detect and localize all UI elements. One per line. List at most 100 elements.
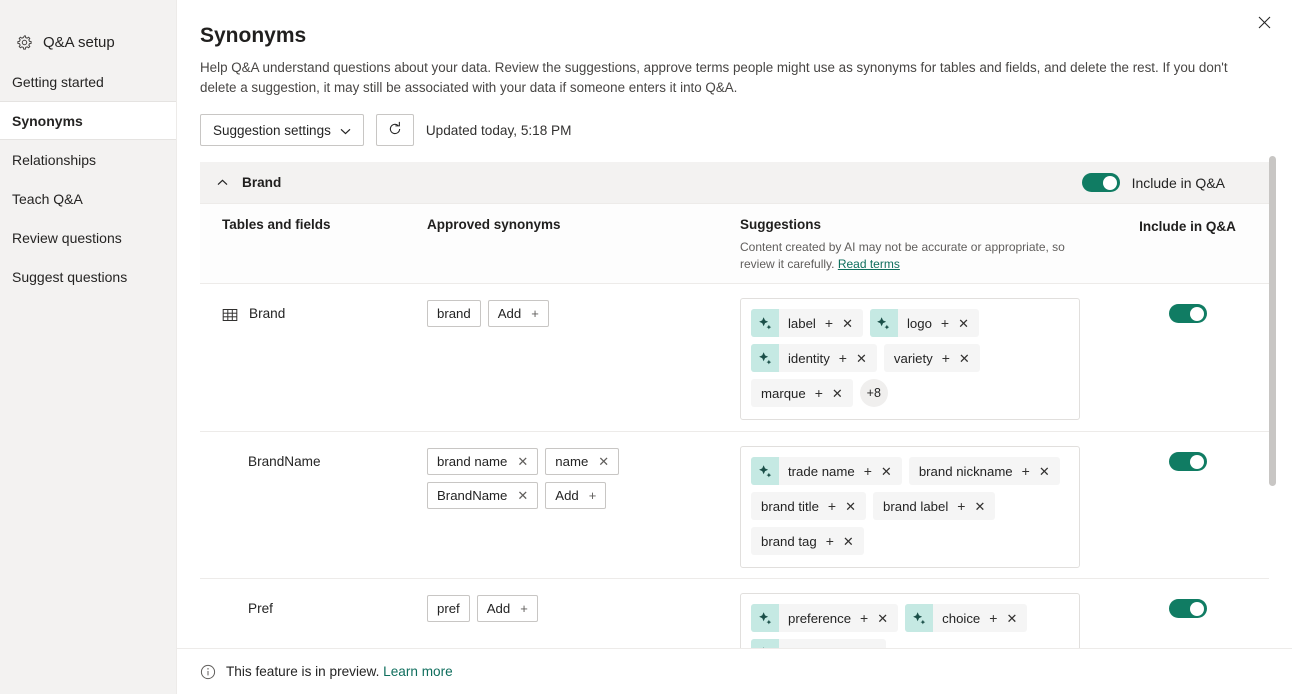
- add-synonym-button[interactable]: Add +: [477, 595, 538, 622]
- suggestion-label: brand title: [761, 499, 819, 514]
- sidebar-item-synonyms[interactable]: Synonyms: [0, 101, 176, 140]
- approve-plus-icon[interactable]: +: [860, 611, 868, 625]
- approve-plus-icon[interactable]: +: [826, 534, 834, 548]
- ai-sparkle-icon: [905, 604, 933, 632]
- approved-chip[interactable]: pref: [427, 595, 470, 622]
- add-synonym-button[interactable]: Add +: [545, 482, 606, 509]
- approved-chip[interactable]: BrandName ✕: [427, 482, 538, 509]
- suggestion-label: brand tag: [761, 534, 817, 549]
- group-title: Brand: [242, 175, 281, 190]
- sidebar-item-label: Getting started: [12, 74, 104, 90]
- sidebar-item-teach-qna[interactable]: Teach Q&A: [0, 179, 176, 218]
- reject-x-icon[interactable]: ✕: [958, 317, 969, 330]
- column-header-include-in-qna: Include in Q&A: [1139, 219, 1236, 234]
- column-header-approved-synonyms: Approved synonyms: [427, 217, 561, 232]
- sidebar-title: Q&A setup: [0, 0, 176, 62]
- row-name: BrandName: [248, 454, 321, 470]
- reject-x-icon[interactable]: ✕: [974, 500, 985, 513]
- learn-more-link[interactable]: Learn more: [383, 664, 453, 679]
- approve-plus-icon[interactable]: +: [942, 351, 950, 365]
- suggestion-chip[interactable]: identity + ✕: [751, 344, 877, 372]
- updated-timestamp: Updated today, 5:18 PM: [426, 123, 572, 138]
- sidebar-item-suggest-questions[interactable]: Suggest questions: [0, 257, 176, 296]
- approve-plus-icon[interactable]: +: [1022, 464, 1030, 478]
- table-icon: [222, 307, 238, 323]
- ai-sparkle-icon: [751, 604, 779, 632]
- info-icon: [200, 664, 216, 680]
- remove-x-icon[interactable]: ✕: [517, 455, 528, 468]
- suggestion-chip[interactable]: choice + ✕: [905, 604, 1027, 632]
- reject-x-icon[interactable]: ✕: [877, 612, 888, 625]
- suggestion-chip[interactable]: brand tag + ✕: [751, 527, 864, 555]
- page-description: Help Q&A understand questions about your…: [177, 50, 1262, 98]
- approved-chip[interactable]: brand name ✕: [427, 448, 538, 475]
- reject-x-icon[interactable]: ✕: [959, 352, 970, 365]
- add-label: Add: [555, 488, 578, 503]
- suggestion-label: brand nickname: [919, 464, 1013, 479]
- preview-notice: This feature is in preview.: [226, 664, 379, 679]
- ai-sparkle-icon: [751, 457, 779, 485]
- ai-sparkle-icon: [751, 309, 779, 337]
- add-label: Add: [487, 601, 510, 616]
- approve-plus-icon[interactable]: +: [957, 499, 965, 513]
- sidebar-item-relationships[interactable]: Relationships: [0, 140, 176, 179]
- approved-chip[interactable]: name ✕: [545, 448, 619, 475]
- add-synonym-button[interactable]: Add +: [488, 300, 549, 327]
- suggestion-chip[interactable]: variety + ✕: [884, 344, 980, 372]
- close-button[interactable]: [1248, 8, 1280, 40]
- suggestion-chip[interactable]: trade name + ✕: [751, 457, 902, 485]
- table-row: BrandName brand name ✕ name ✕ BrandN: [200, 432, 1269, 579]
- sidebar-title-label: Q&A setup: [43, 34, 115, 51]
- refresh-button[interactable]: [376, 114, 414, 146]
- approve-plus-icon[interactable]: +: [839, 351, 847, 365]
- group-include-toggle[interactable]: [1082, 173, 1120, 192]
- suggestion-label: trade name: [788, 464, 855, 479]
- close-icon: [1258, 16, 1271, 32]
- suggestion-label: choice: [942, 611, 980, 626]
- table-row: Brand brand Add +: [200, 284, 1269, 432]
- suggestion-chip[interactable]: marque + ✕: [751, 379, 853, 407]
- reject-x-icon[interactable]: ✕: [881, 465, 892, 478]
- suggestion-chip[interactable]: logo + ✕: [870, 309, 979, 337]
- chevron-up-icon[interactable]: [214, 175, 230, 191]
- ai-sparkle-icon: [870, 309, 898, 337]
- vertical-scrollbar[interactable]: [1269, 156, 1276, 644]
- approved-synonyms-list: pref Add +: [427, 595, 677, 622]
- read-terms-link[interactable]: Read terms: [838, 257, 900, 271]
- suggestion-chip[interactable]: brand nickname + ✕: [909, 457, 1060, 485]
- remove-x-icon[interactable]: ✕: [598, 455, 609, 468]
- reject-x-icon[interactable]: ✕: [1039, 465, 1050, 478]
- reject-x-icon[interactable]: ✕: [842, 317, 853, 330]
- approve-plus-icon[interactable]: +: [825, 316, 833, 330]
- reject-x-icon[interactable]: ✕: [1006, 612, 1017, 625]
- suggestion-label: label: [788, 316, 816, 331]
- sidebar-item-getting-started[interactable]: Getting started: [0, 62, 176, 101]
- sidebar-item-review-questions[interactable]: Review questions: [0, 218, 176, 257]
- approved-chip[interactable]: brand: [427, 300, 481, 327]
- more-suggestions-badge[interactable]: +8: [860, 379, 888, 407]
- scrollbar-thumb[interactable]: [1269, 156, 1276, 486]
- row-include-toggle[interactable]: [1169, 452, 1207, 471]
- remove-x-icon[interactable]: ✕: [517, 489, 528, 502]
- reject-x-icon[interactable]: ✕: [832, 387, 843, 400]
- approve-plus-icon[interactable]: +: [828, 499, 836, 513]
- suggestions-disclaimer-text: Content created by AI may not be accurat…: [740, 240, 1065, 271]
- approve-plus-icon[interactable]: +: [941, 316, 949, 330]
- sidebar-item-label: Suggest questions: [12, 269, 127, 285]
- suggestion-chip[interactable]: preference + ✕: [751, 604, 898, 632]
- suggestion-chip[interactable]: brand title + ✕: [751, 492, 866, 520]
- row-include-toggle[interactable]: [1169, 599, 1207, 618]
- reject-x-icon[interactable]: ✕: [845, 500, 856, 513]
- group-header-brand: Brand Include in Q&A: [200, 162, 1269, 204]
- suggestion-chip[interactable]: label + ✕: [751, 309, 863, 337]
- approve-plus-icon[interactable]: +: [815, 386, 823, 400]
- reject-x-icon[interactable]: ✕: [843, 535, 854, 548]
- approved-chip-label: brand name: [437, 454, 507, 469]
- approved-chip-label: BrandName: [437, 488, 507, 503]
- row-include-toggle[interactable]: [1169, 304, 1207, 323]
- suggestion-chip[interactable]: brand label + ✕: [873, 492, 995, 520]
- approve-plus-icon[interactable]: +: [989, 611, 997, 625]
- reject-x-icon[interactable]: ✕: [856, 352, 867, 365]
- approve-plus-icon[interactable]: +: [864, 464, 872, 478]
- suggestion-settings-button[interactable]: Suggestion settings: [200, 114, 364, 146]
